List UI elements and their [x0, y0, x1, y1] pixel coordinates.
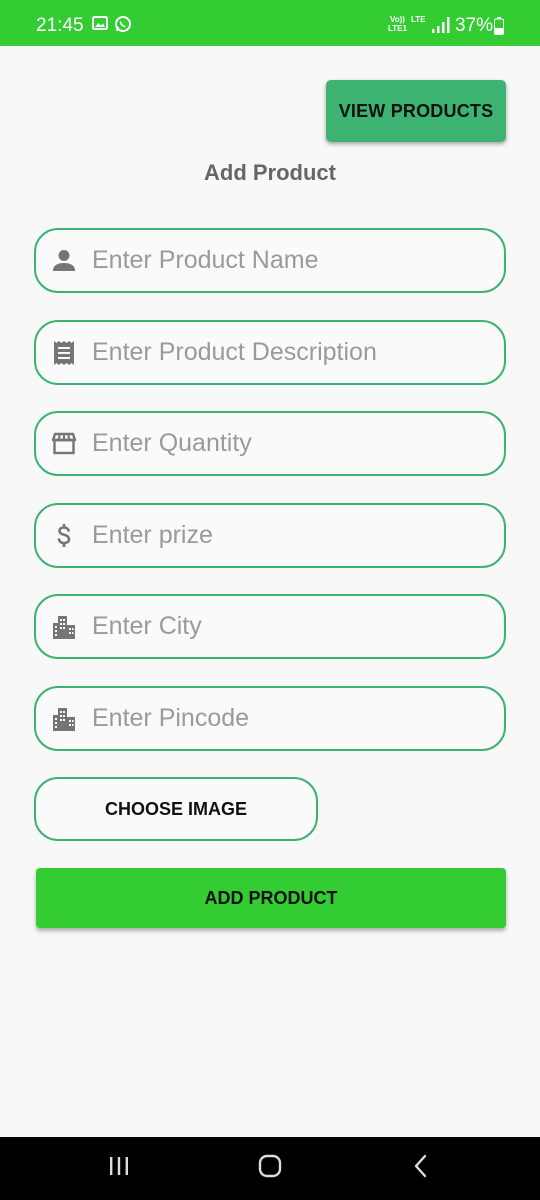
network-top-label: Vo)) — [390, 15, 405, 24]
view-products-button[interactable]: VIEW PRODUCTS — [326, 80, 506, 142]
city-icon — [50, 705, 78, 733]
home-icon — [257, 1153, 283, 1184]
prize-input[interactable] — [92, 505, 492, 566]
dollar-icon — [50, 522, 78, 550]
home-button[interactable] — [225, 1137, 315, 1200]
back-button[interactable] — [376, 1137, 466, 1200]
store-icon — [50, 430, 78, 458]
back-icon — [411, 1153, 431, 1184]
network-indicator: Vo)) LTE1 — [388, 15, 407, 33]
add-product-button[interactable]: ADD PRODUCT — [36, 868, 506, 928]
navigation-bar — [0, 1137, 540, 1200]
status-time: 21:45 — [36, 15, 84, 36]
lte-label: LTE — [411, 15, 426, 24]
person-icon — [50, 247, 78, 275]
status-bar: 21:45 Vo)) LTE1 LTE 37% — [0, 0, 540, 46]
choose-image-button[interactable]: CHOOSE IMAGE — [34, 777, 318, 841]
quantity-input[interactable] — [92, 413, 492, 474]
pincode-field[interactable] — [34, 686, 506, 751]
whatsapp-icon — [114, 15, 132, 38]
signal-icon — [431, 16, 451, 39]
city-icon — [50, 613, 78, 641]
network-bottom-label: LTE1 — [388, 24, 407, 33]
product-description-field[interactable] — [34, 320, 506, 385]
recent-apps-icon — [107, 1155, 131, 1182]
city-field[interactable] — [34, 594, 506, 659]
gallery-icon — [92, 15, 108, 36]
page-title: Add Product — [204, 160, 336, 185]
product-name-field[interactable] — [34, 228, 506, 293]
quantity-field[interactable] — [34, 411, 506, 476]
recent-apps-button[interactable] — [74, 1137, 164, 1200]
prize-field[interactable] — [34, 503, 506, 568]
battery-percent: 37% — [455, 15, 494, 36]
product-description-input[interactable] — [92, 322, 492, 383]
product-name-input[interactable] — [92, 230, 492, 291]
city-input[interactable] — [92, 596, 492, 657]
receipt-icon — [50, 339, 78, 367]
pincode-input[interactable] — [92, 688, 492, 749]
battery-icon — [494, 17, 504, 40]
